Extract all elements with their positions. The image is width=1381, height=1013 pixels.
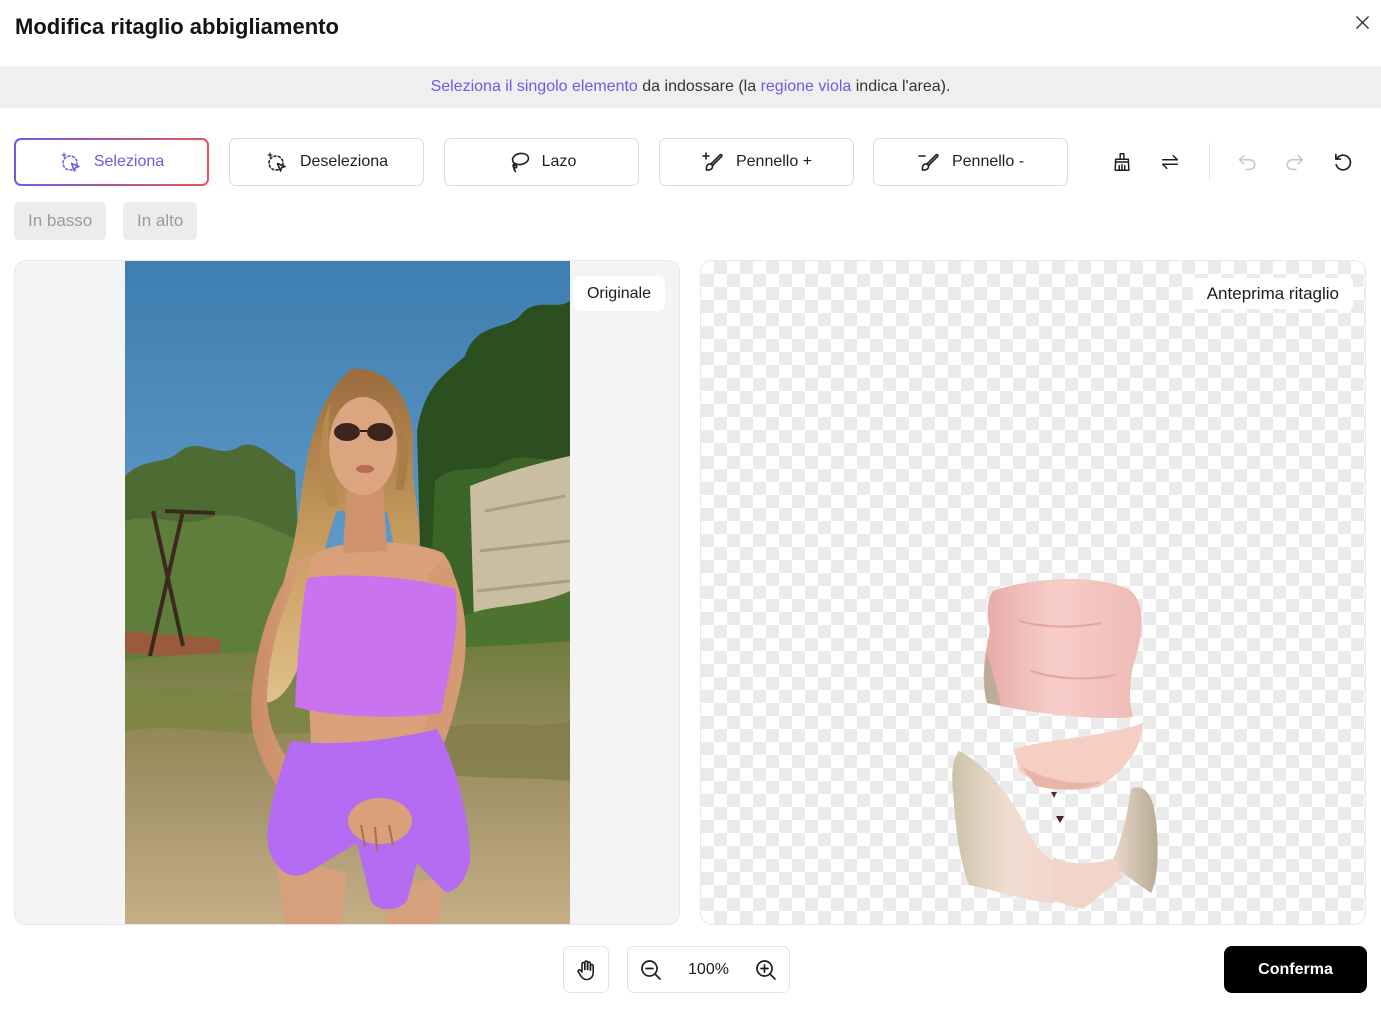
tool-lasso-label: Lazo (541, 153, 577, 170)
undo-icon (1238, 154, 1256, 171)
dialog-title: Modifica ritaglio abbigliamento (15, 14, 339, 39)
redo-button[interactable] (1275, 142, 1315, 182)
tool-brush-erase-button[interactable]: Pennello - (873, 138, 1068, 186)
tool-lasso-button[interactable]: Lazo (444, 138, 639, 186)
bring-forward-button[interactable]: In alto (123, 202, 198, 240)
cutout-top (983, 578, 1142, 719)
reset-icon (1335, 153, 1352, 171)
pan-tool-button[interactable] (563, 946, 609, 993)
cutout-preview-panel: Anteprima ritaglio (700, 260, 1366, 925)
original-label: Originale (572, 276, 665, 311)
lasso-icon (511, 152, 529, 173)
instruction-banner: Seleziona il singolo elemento da indossa… (0, 66, 1381, 108)
original-canvas-panel: Originale (14, 260, 680, 925)
brush-add-icon (702, 152, 723, 171)
brush-erase-icon (918, 153, 939, 171)
swap-icon (1161, 154, 1179, 170)
cutout-shorts (952, 723, 1158, 909)
tool-deselect-label: Deseleziona (299, 153, 389, 170)
tool-deselect-button[interactable]: Deseleziona (229, 138, 424, 186)
undo-button[interactable] (1227, 142, 1267, 182)
magic-deselect-icon (266, 151, 286, 172)
reset-button[interactable] (1323, 142, 1363, 182)
instruction-highlight-element: Seleziona il singolo elemento (430, 78, 638, 95)
tool-brush-add-button[interactable]: Pennello + (659, 138, 854, 186)
tool-select-label: Seleziona (93, 153, 165, 170)
zoom-level: 100% (688, 960, 729, 978)
original-photo[interactable] (125, 261, 570, 924)
tool-select-button[interactable]: Seleziona (14, 138, 209, 186)
zoom-control: 100% (627, 946, 790, 993)
tool-brush-erase-label: Pennello - (951, 153, 1025, 170)
instruction-highlight-region: regione viola (760, 78, 852, 95)
magic-select-icon (60, 151, 80, 172)
cutout-preview (952, 578, 1158, 909)
clear-brush-icon (1114, 153, 1130, 171)
tool-brush-add-label: Pennello + (735, 153, 813, 170)
instruction-text-end: indica l'area). (851, 78, 951, 95)
edit-clothing-cutout-dialog: Modifica ritaglio abbigliamento Selezion… (0, 0, 1381, 1013)
instruction-text: da indossare (la (637, 78, 761, 95)
send-backward-button[interactable]: In basso (14, 202, 107, 240)
invert-selection-button[interactable] (1150, 142, 1190, 182)
zoom-in-button[interactable] (754, 958, 778, 982)
zoom-out-button[interactable] (639, 958, 663, 982)
close-button[interactable] (1351, 11, 1373, 33)
confirm-button[interactable]: Conferma (1224, 946, 1367, 993)
toolbar-divider (1209, 143, 1210, 181)
close-icon (1355, 15, 1369, 29)
zoom-out-icon (641, 959, 661, 980)
selected-top-region (295, 575, 457, 717)
clear-selection-button[interactable] (1102, 142, 1142, 182)
hand-icon (577, 959, 594, 980)
redo-icon (1286, 154, 1304, 171)
preview-label: Anteprima ritaglio (1192, 278, 1353, 309)
zoom-in-icon (756, 959, 776, 980)
